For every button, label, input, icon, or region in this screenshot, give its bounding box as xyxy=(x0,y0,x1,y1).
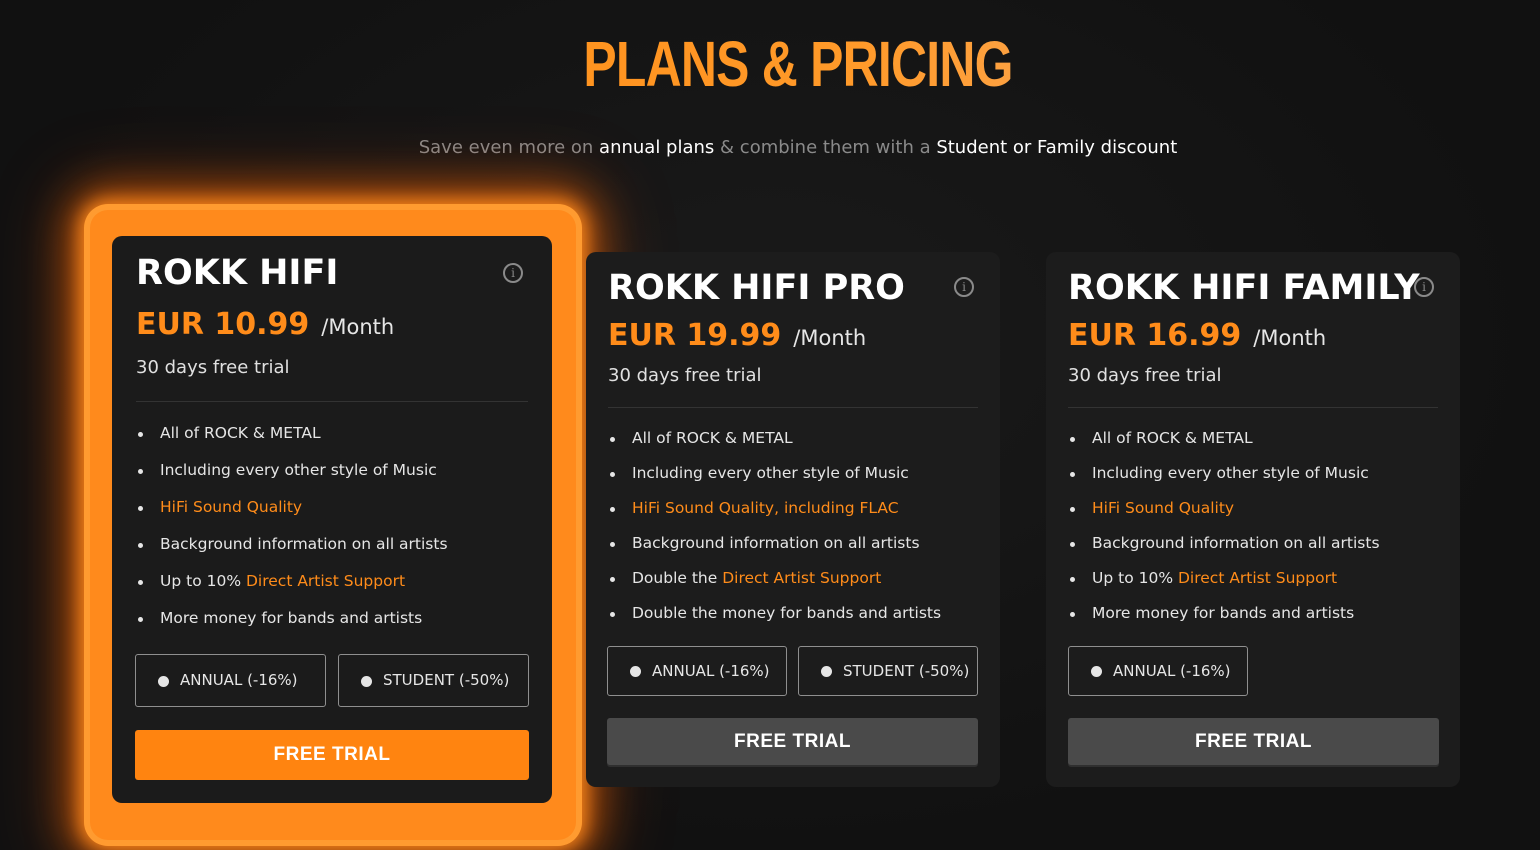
plan-price: EUR 19.99 xyxy=(608,318,782,353)
feature-item: HiFi Sound Quality xyxy=(1068,491,1380,526)
feature-item: Including every other style of Music xyxy=(608,456,941,491)
feature-item: Background information on all artists xyxy=(1068,526,1380,561)
feature-item: Double the money for bands and artists xyxy=(608,596,941,631)
radio-dot-icon xyxy=(821,666,832,677)
student-option[interactable]: STUDENT (-50%) xyxy=(338,654,529,707)
option-label: ANNUAL (-16%) xyxy=(180,671,298,689)
subtitle-text: Save even more on xyxy=(418,137,600,158)
page-title: PLANS & PRICING xyxy=(176,28,1421,100)
feature-item: All of ROCK & METAL xyxy=(136,415,448,452)
page-subtitle: Save even more on annual plans & combine… xyxy=(0,136,1540,160)
trial-note: 30 days free trial xyxy=(136,357,290,378)
feature-list: All of ROCK & METAL Including every othe… xyxy=(136,415,448,637)
plan-card-rokk-hifi: ROKK HIFI i EUR 10.99/Month 30 days free… xyxy=(112,236,552,803)
subtitle-text: & combine them with a xyxy=(714,137,937,158)
feature-item: HiFi Sound Quality, including FLAC xyxy=(608,491,941,526)
feature-item: More money for bands and artists xyxy=(1068,596,1380,631)
annual-option[interactable]: ANNUAL (-16%) xyxy=(135,654,326,707)
info-circle-icon[interactable]: i xyxy=(503,263,523,283)
divider xyxy=(136,401,528,402)
plan-period: /Month xyxy=(321,315,395,339)
subtitle-highlight-discount: Student or Family discount xyxy=(936,137,1178,158)
trial-note: 30 days free trial xyxy=(1068,365,1222,386)
option-label: ANNUAL (-16%) xyxy=(1113,662,1231,680)
feature-item: Including every other style of Music xyxy=(136,452,448,489)
plan-name: ROKK HIFI FAMILY xyxy=(1068,268,1420,308)
divider xyxy=(608,407,978,408)
radio-dot-icon xyxy=(630,666,641,677)
info-circle-icon[interactable]: i xyxy=(1414,277,1434,297)
radio-dot-icon xyxy=(1091,666,1102,677)
feature-item: Background information on all artists xyxy=(136,526,448,563)
feature-list: All of ROCK & METAL Including every othe… xyxy=(1068,421,1380,631)
plan-period: /Month xyxy=(1253,326,1327,350)
plan-name: ROKK HIFI PRO xyxy=(608,268,905,308)
plan-price: EUR 16.99 xyxy=(1068,318,1242,353)
plan-price: EUR 10.99 xyxy=(136,307,310,342)
subtitle-highlight-annual: annual plans xyxy=(599,137,715,158)
radio-dot-icon xyxy=(158,675,169,687)
feature-item: All of ROCK & METAL xyxy=(608,421,941,456)
feature-item: Including every other style of Music xyxy=(1068,456,1380,491)
feature-item: HiFi Sound Quality xyxy=(136,489,448,526)
price-row: EUR 10.99/Month xyxy=(136,307,394,345)
plan-period: /Month xyxy=(793,326,867,350)
feature-item: Double the Direct Artist Support xyxy=(608,561,941,596)
plan-card-rokk-hifi-pro: ROKK HIFI PRO i EUR 19.99/Month 30 days … xyxy=(586,252,1000,787)
trial-note: 30 days free trial xyxy=(608,365,762,386)
feature-item: More money for bands and artists xyxy=(136,600,448,637)
plan-name: ROKK HIFI xyxy=(136,253,339,293)
divider xyxy=(1068,407,1438,408)
option-label: STUDENT (-50%) xyxy=(843,662,970,680)
price-row: EUR 19.99/Month xyxy=(608,318,866,356)
feature-item: Background information on all artists xyxy=(608,526,941,561)
free-trial-button[interactable]: FREE TRIAL xyxy=(607,718,978,765)
annual-option[interactable]: ANNUAL (-16%) xyxy=(1068,646,1248,696)
info-circle-icon[interactable]: i xyxy=(954,277,974,297)
option-label: ANNUAL (-16%) xyxy=(652,662,770,680)
plan-card-rokk-hifi-family: ROKK HIFI FAMILY i EUR 16.99/Month 30 da… xyxy=(1046,252,1460,787)
feature-item: Up to 10% Direct Artist Support xyxy=(136,563,448,600)
student-option[interactable]: STUDENT (-50%) xyxy=(798,646,978,696)
feature-item: Up to 10% Direct Artist Support xyxy=(1068,561,1380,596)
feature-list: All of ROCK & METAL Including every othe… xyxy=(608,421,941,631)
free-trial-button[interactable]: FREE TRIAL xyxy=(1068,718,1439,765)
free-trial-button[interactable]: FREE TRIAL xyxy=(135,730,529,780)
radio-dot-icon xyxy=(361,675,372,687)
price-row: EUR 16.99/Month xyxy=(1068,318,1326,356)
feature-item: All of ROCK & METAL xyxy=(1068,421,1380,456)
annual-option[interactable]: ANNUAL (-16%) xyxy=(607,646,787,696)
option-label: STUDENT (-50%) xyxy=(383,671,510,689)
